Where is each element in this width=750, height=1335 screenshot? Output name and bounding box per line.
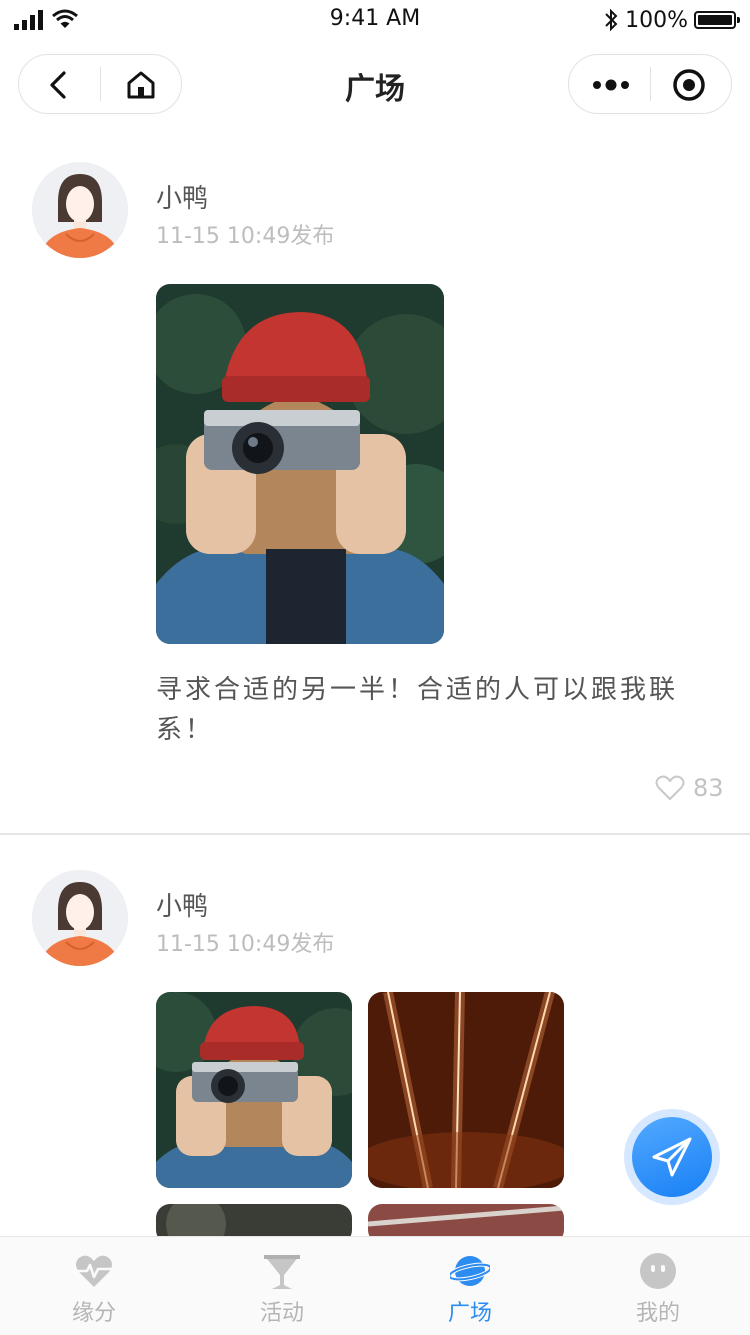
more-dots-icon (593, 79, 629, 91)
target-icon (673, 69, 705, 101)
tab-activity[interactable]: 活动 (188, 1237, 376, 1335)
more-button[interactable] (589, 65, 633, 105)
cocktail-icon (264, 1255, 300, 1289)
post-image[interactable] (156, 284, 444, 644)
publish-button[interactable] (632, 1117, 712, 1197)
post-username[interactable]: 小鸭 (156, 886, 208, 923)
post-divider (0, 833, 750, 835)
tab-square[interactable]: 广场 (376, 1237, 564, 1335)
tab-mine[interactable]: 我的 (564, 1237, 750, 1335)
post-timestamp: 11-15 10:49发布 (156, 224, 335, 249)
paper-plane-icon (652, 1137, 692, 1177)
tab-label: 广场 (447, 1301, 492, 1326)
avatar[interactable] (32, 162, 128, 258)
post-timestamp: 11-15 10:49发布 (156, 932, 335, 957)
tab-label: 缘分 (71, 1301, 116, 1326)
battery-icon (694, 11, 740, 29)
avatar-woman-icon (32, 870, 128, 966)
post-username[interactable]: 小鸭 (156, 178, 208, 215)
avatar-woman-icon (32, 162, 128, 258)
post-text: 寻求合适的另一半！合适的人可以跟我联系！ (156, 675, 679, 745)
face-icon (640, 1253, 676, 1289)
planet-icon (450, 1256, 490, 1286)
avatar[interactable] (32, 870, 128, 966)
like-count: 83 (693, 774, 724, 802)
battery-percent: 100% (625, 7, 688, 33)
post-image-thumb[interactable] (368, 992, 564, 1188)
photo-girl-camera (156, 284, 444, 644)
heart-pulse-icon (76, 1255, 112, 1287)
tab-yuanfen[interactable]: 缘分 (0, 1237, 188, 1335)
status-bar: 9:41 AM 100% (0, 0, 750, 40)
bluetooth-icon (605, 8, 618, 32)
like-button[interactable]: 83 (655, 774, 724, 802)
heart-outline-icon (655, 775, 685, 800)
photo-light-streaks (368, 992, 564, 1188)
tab-label: 活动 (259, 1301, 304, 1326)
post-image-thumb[interactable] (156, 992, 352, 1188)
nav-right-capsule (568, 54, 732, 114)
photo-girl-camera-thumb (156, 992, 352, 1188)
close-miniprogram-button[interactable] (669, 65, 709, 105)
tab-bar: 缘分 活动 广场 我的 (0, 1236, 750, 1335)
tab-label: 我的 (635, 1301, 680, 1326)
